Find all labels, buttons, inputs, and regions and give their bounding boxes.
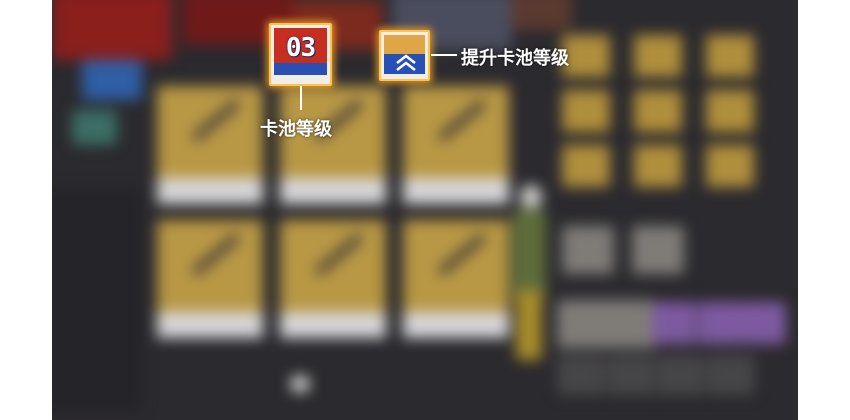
upgrade-pool-level-button[interactable] [379, 30, 430, 81]
pool-level-number: 03 [285, 33, 316, 63]
upgrade-chevron-icon [396, 54, 416, 71]
upgrade-pool-level-label: 提升卡池等级 [461, 48, 569, 69]
level-label-connector [300, 86, 302, 110]
pool-level-label: 卡池等级 [260, 119, 332, 140]
upgrade-label-connector [431, 54, 457, 56]
card-pool-level-badge: 03 [269, 23, 332, 86]
